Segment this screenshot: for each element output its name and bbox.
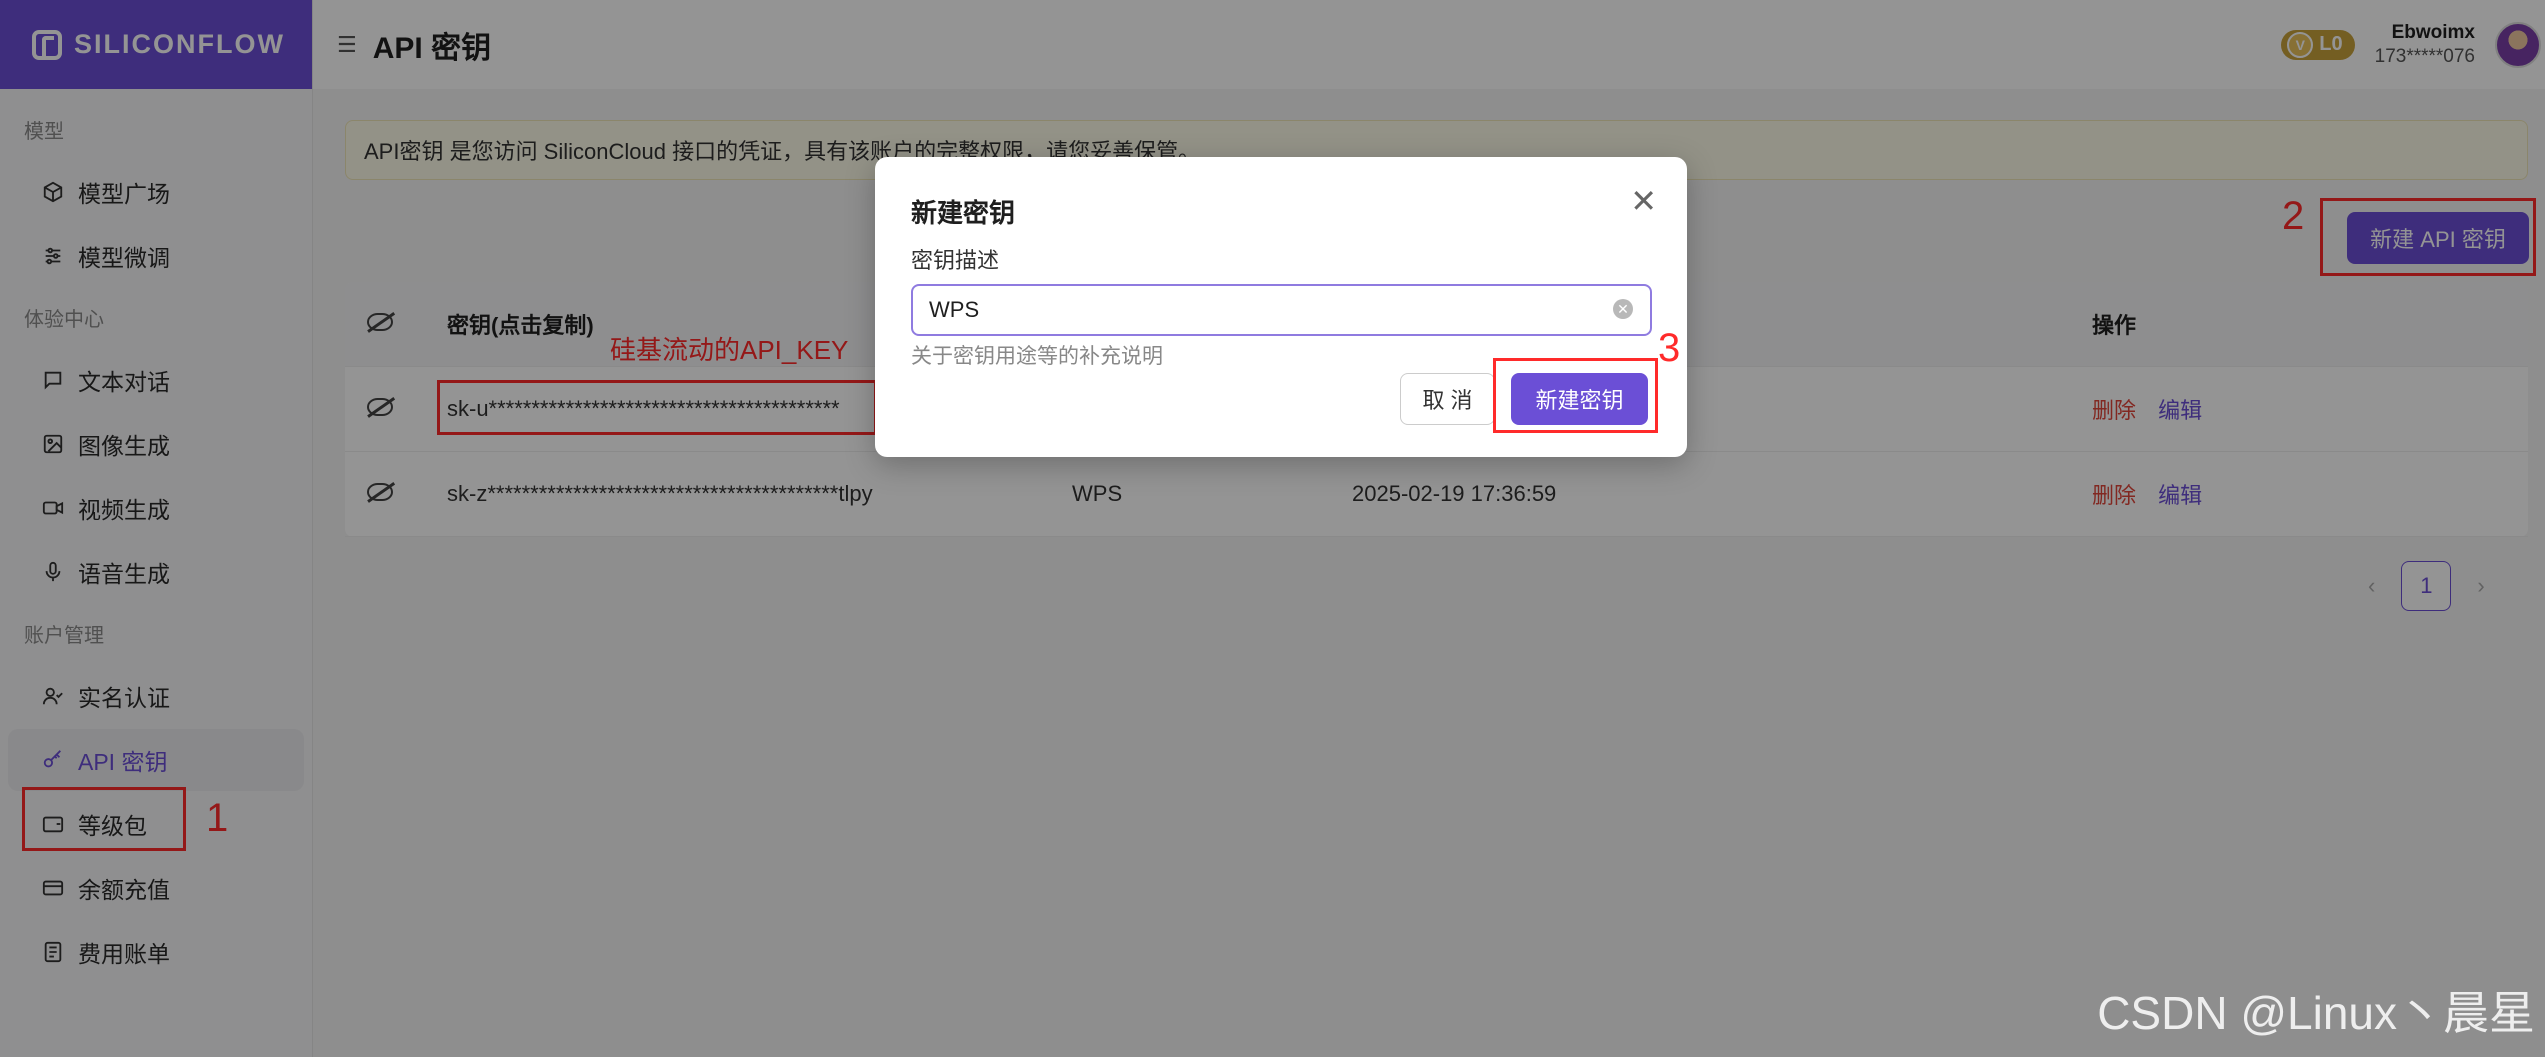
annotation-box-create <box>1493 358 1658 433</box>
watermark: CSDN @Linux丶晨星 <box>2097 987 2535 1039</box>
clear-input-icon[interactable]: ✕ <box>1613 299 1633 319</box>
key-desc-input[interactable] <box>911 284 1652 336</box>
cancel-button[interactable]: 取 消 <box>1400 373 1495 425</box>
key-desc-label: 密钥描述 <box>911 248 1000 273</box>
close-icon[interactable]: ✕ <box>1630 185 1657 217</box>
dialog-title: 新建密钥 <box>911 198 1016 228</box>
annotation-number-3: 3 <box>1658 326 1681 370</box>
key-desc-help: 关于密钥用途等的补充说明 <box>911 345 1163 368</box>
